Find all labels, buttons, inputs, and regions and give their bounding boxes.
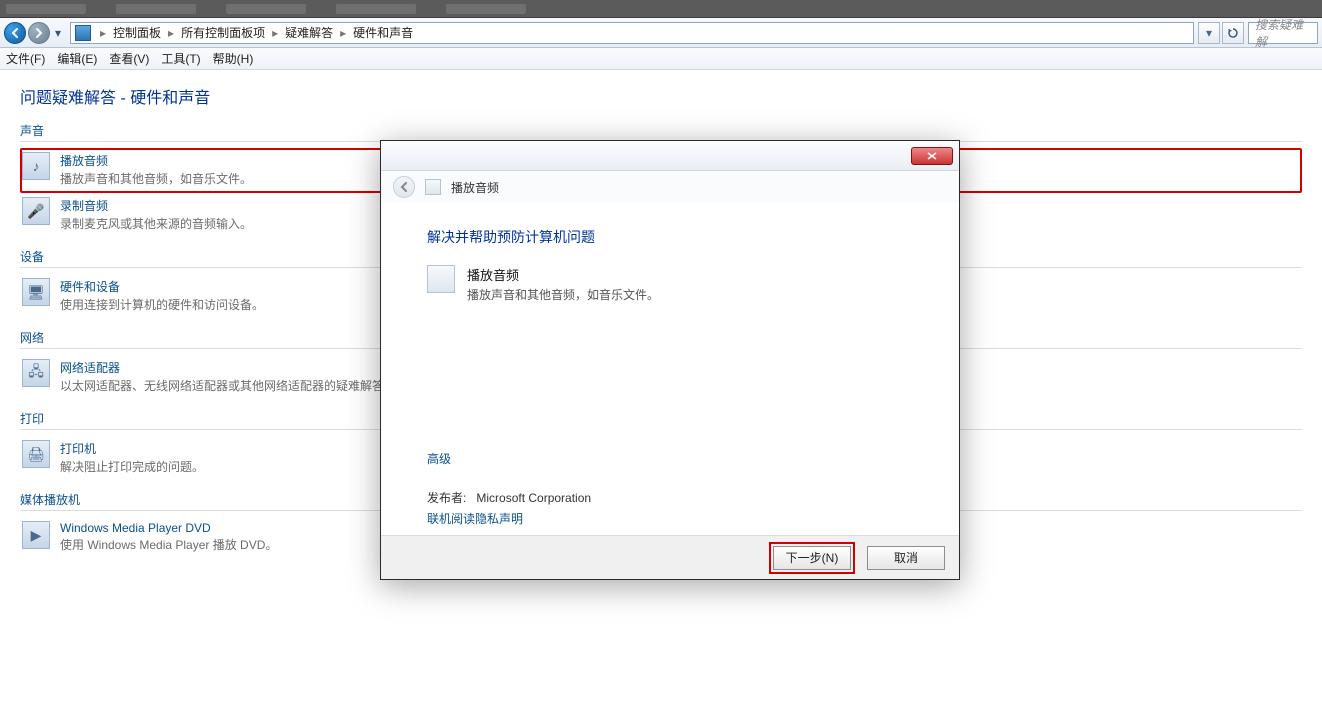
item-title: 网络适配器 (60, 359, 396, 376)
item-title: 录制音频 (60, 197, 252, 214)
cancel-button[interactable]: 取消 (867, 546, 945, 570)
breadcrumb-item[interactable]: 硬件和声音 (349, 24, 417, 41)
close-button[interactable] (911, 147, 953, 165)
dialog-back-button[interactable] (393, 176, 415, 198)
forward-button[interactable] (28, 22, 50, 44)
menu-edit[interactable]: 编辑(E) (57, 50, 97, 67)
item-desc: 录制麦克风或其他来源的音频输入。 (60, 215, 252, 232)
menu-file[interactable]: 文件(F) (6, 50, 45, 67)
dialog-heading: 解决并帮助预防计算机问题 (427, 227, 929, 247)
breadcrumb-sep: ▸ (97, 26, 109, 40)
menu-bar: 文件(F) 编辑(E) 查看(V) 工具(T) 帮助(H) (0, 48, 1322, 70)
item-title: Windows Media Player DVD (60, 521, 277, 535)
section-header-sound: 声音 (20, 122, 1302, 139)
content-area: 问题疑难解答 - 硬件和声音 声音 ♪ 播放音频 播放声音和其他音频，如音乐文件… (0, 70, 1322, 720)
dialog-mini-icon (425, 179, 441, 195)
item-title: 硬件和设备 (60, 278, 264, 295)
dialog-subtitle: 播放音频 (451, 179, 499, 196)
explorer-nav-bar: ▾ ▸ 控制面板 ▸ 所有控制面板项 ▸ 疑难解答 ▸ 硬件和声音 ▾ 搜索疑难… (0, 18, 1322, 48)
breadcrumb-item[interactable]: 所有控制面板项 (177, 24, 269, 41)
device-icon: 🖥 (22, 278, 50, 306)
microphone-icon: 🎤 (22, 197, 50, 225)
dialog-body: 解决并帮助预防计算机问题 播放音频 播放声音和其他音频，如音乐文件。 高级 发布… (381, 203, 959, 535)
advanced-link[interactable]: 高级 (427, 450, 929, 467)
next-button[interactable]: 下一步(N) (773, 546, 851, 570)
search-placeholder: 搜索疑难解 (1255, 16, 1311, 50)
address-dropdown-button[interactable]: ▾ (1198, 22, 1220, 44)
back-button[interactable] (4, 22, 26, 44)
search-input[interactable]: 搜索疑难解 (1248, 22, 1318, 44)
item-title: 打印机 (60, 440, 204, 457)
network-icon: 🖧 (22, 359, 50, 387)
menu-view[interactable]: 查看(V) (109, 50, 149, 67)
privacy-link[interactable]: 联机阅读隐私声明 (427, 510, 929, 527)
item-desc: 解决阻止打印完成的问题。 (60, 458, 204, 475)
publisher-label: 发布者: (427, 491, 466, 505)
refresh-button[interactable] (1222, 22, 1244, 44)
breadcrumb-item[interactable]: 控制面板 (109, 24, 165, 41)
breadcrumb-item[interactable]: 疑难解答 (281, 24, 337, 41)
item-desc: 使用 Windows Media Player 播放 DVD。 (60, 536, 277, 553)
breadcrumb[interactable]: ▸ 控制面板 ▸ 所有控制面板项 ▸ 疑难解答 ▸ 硬件和声音 (70, 22, 1194, 44)
menu-help[interactable]: 帮助(H) (213, 50, 254, 67)
page-title: 问题疑难解答 - 硬件和声音 (20, 84, 1302, 108)
breadcrumb-sep: ▸ (165, 26, 177, 40)
control-panel-icon (75, 25, 91, 41)
menu-tools[interactable]: 工具(T) (161, 50, 200, 67)
dialog-titlebar[interactable] (381, 141, 959, 171)
dialog-item: 播放音频 播放声音和其他音频，如音乐文件。 (427, 265, 929, 303)
dialog-item-title: 播放音频 (467, 265, 659, 284)
dialog-subbar: 播放音频 (381, 171, 959, 203)
external-tab-strip (0, 0, 1322, 18)
item-desc: 播放声音和其他音频，如音乐文件。 (60, 170, 252, 187)
breadcrumb-sep: ▸ (269, 26, 281, 40)
publisher-value: Microsoft Corporation (476, 491, 591, 505)
breadcrumb-sep: ▸ (337, 26, 349, 40)
dialog-footer: 下一步(N) 取消 (381, 535, 959, 579)
next-button-highlight: 下一步(N) (769, 542, 855, 574)
wmp-icon: ▶ (22, 521, 50, 549)
speaker-icon: ♪ (22, 152, 50, 180)
publisher-line: 发布者: Microsoft Corporation (427, 489, 929, 506)
printer-icon: 🖨 (22, 440, 50, 468)
item-title: 播放音频 (60, 152, 252, 169)
item-desc: 使用连接到计算机的硬件和访问设备。 (60, 296, 264, 313)
speaker-icon (427, 265, 455, 293)
dialog-item-desc: 播放声音和其他音频，如音乐文件。 (467, 286, 659, 303)
troubleshooter-dialog: 播放音频 解决并帮助预防计算机问题 播放音频 播放声音和其他音频，如音乐文件。 … (380, 140, 960, 580)
item-desc: 以太网适配器、无线网络适配器或其他网络适配器的疑难解答。 (60, 377, 396, 394)
nav-history-dropdown[interactable]: ▾ (52, 26, 64, 40)
